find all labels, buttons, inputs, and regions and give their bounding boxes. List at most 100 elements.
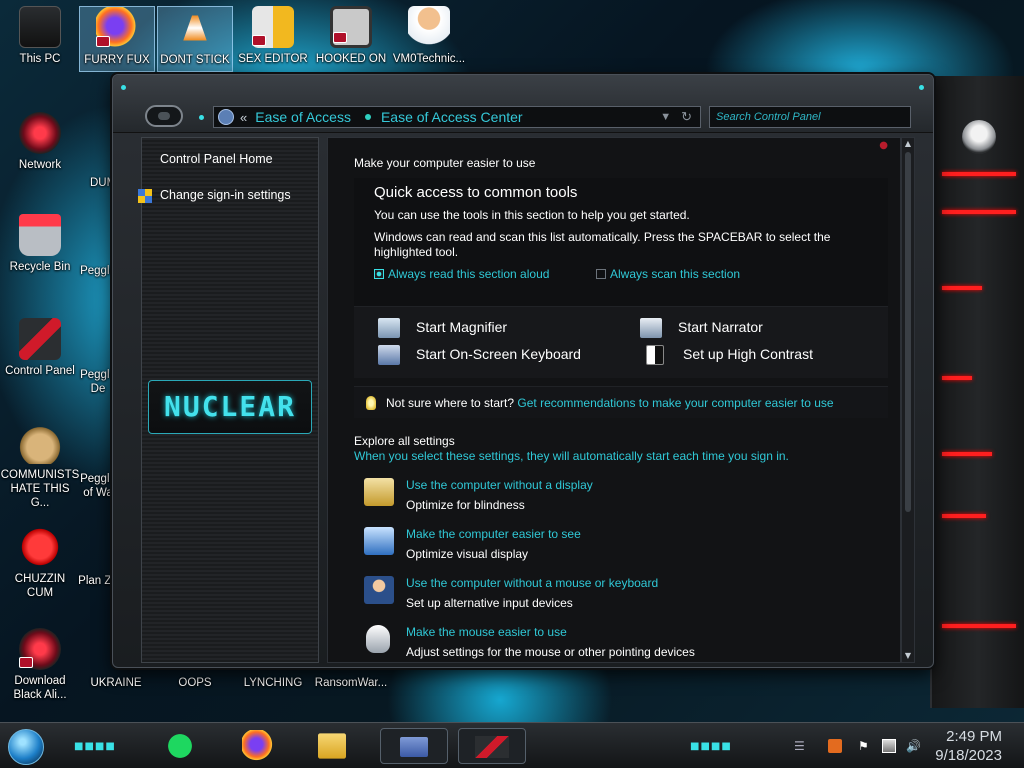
checkbox-label: Always scan this section	[610, 267, 741, 281]
tool-label: Set up High Contrast	[683, 346, 813, 362]
setting-desc: Set up alternative input devices	[406, 596, 573, 610]
sidebar-item-change-sign-in[interactable]: Change sign-in settings	[138, 188, 291, 203]
volume-icon[interactable]: 🔊	[906, 739, 921, 753]
network-tray-icon[interactable]	[882, 739, 896, 753]
taskbar: ■■■■ ■■■■ ☰ ⚑ 🔊 2:49 PM 9/18/2023	[0, 722, 1024, 768]
tray-overflow-icon[interactable]: ☰	[794, 739, 808, 753]
app-icon	[475, 736, 509, 758]
money-bag-icon	[19, 422, 61, 464]
chevron-down-icon[interactable]: ▼	[660, 111, 671, 123]
desktop-icon-control-panel[interactable]: Control Panel	[2, 318, 78, 378]
checkbox-unchecked-icon	[596, 269, 606, 279]
desktop-icon-label: Peggle De	[80, 369, 116, 395]
start-onscreen-keyboard-button[interactable]: Start On-Screen Keyboard	[378, 345, 581, 365]
not-sure-text: Not sure where to start?	[386, 396, 515, 410]
taskbar-red-app[interactable]	[458, 728, 526, 764]
start-magnifier-button[interactable]: Start Magnifier	[378, 318, 507, 338]
back-forward-reactor-icon[interactable]	[145, 105, 183, 127]
help-icon[interactable]: ●	[879, 140, 888, 151]
desktop-icon-label: COMMUNISTS HATE THIS G...	[0, 469, 80, 509]
setting-without-mouse-link[interactable]: Use the computer without a mouse or keyb…	[406, 576, 658, 590]
search-input[interactable]	[709, 106, 911, 128]
quick-access-panel: Quick access to common tools You can use…	[354, 178, 888, 306]
get-recommendations-link[interactable]: Get recommendations to make your compute…	[517, 396, 833, 410]
taskbar-file-explorer[interactable]	[312, 728, 356, 764]
setting-without-display-link[interactable]: Use the computer without a display	[406, 478, 593, 492]
read-aloud-checkbox[interactable]: Always read this section aloud	[374, 267, 549, 281]
shortcut-badge-icon	[19, 657, 33, 668]
desktop-icon-dont-stick[interactable]: DONT STICK	[157, 6, 233, 72]
desktop-icon-sex-editor[interactable]: SEX EDITOR	[235, 6, 311, 66]
desktop-icon-ransomware[interactable]: RansomWar...	[312, 676, 390, 690]
alien-head-icon	[962, 120, 996, 154]
scroll-down-icon[interactable]: ▼	[902, 650, 914, 662]
desktop-icon-communists[interactable]: COMMUNISTS HATE THIS G...	[0, 422, 80, 510]
quick-access-desc: You can use the tools in this section to…	[374, 208, 690, 222]
taskbar-spotify[interactable]	[158, 728, 202, 764]
uac-shield-icon	[138, 189, 152, 203]
desktop-icon-label: SEX EDITOR	[238, 53, 308, 65]
taskbar-firefox[interactable]	[236, 728, 280, 764]
system-gauge-widget	[930, 76, 1024, 708]
alien-red-icon	[19, 628, 61, 670]
desktop-icon-lynching[interactable]: LYNCHING	[235, 676, 311, 690]
frame-light-icon	[919, 85, 924, 90]
high-contrast-button[interactable]: Set up High Contrast	[646, 345, 813, 365]
desktop-icon-vm0technic[interactable]: VM0Technic...	[391, 6, 467, 66]
checkbox-label: Always read this section aloud	[388, 267, 550, 281]
tool-label: Start Narrator	[678, 319, 763, 335]
desktop-icon-download-black[interactable]: Download Black Ali...	[2, 628, 78, 702]
setting-mouse-easier-link[interactable]: Make the mouse easier to use	[406, 625, 567, 639]
breadcrumb-ease-of-access[interactable]: Ease of Access	[255, 109, 351, 125]
control-panel-window-icon	[400, 737, 428, 757]
address-bar[interactable]: « Ease of Access Ease of Access Center ▼…	[213, 106, 701, 128]
firefox-icon	[96, 7, 138, 49]
shortcut-badge-icon	[333, 32, 347, 43]
breadcrumb-ease-of-access-center[interactable]: Ease of Access Center	[381, 109, 523, 125]
desktop-icon-label: VM0Technic...	[392, 53, 466, 65]
desktop-icon-label: OOPS	[178, 677, 212, 689]
tray-app-icon[interactable]	[828, 739, 842, 753]
main-content: Make your computer easier to use Quick a…	[327, 137, 901, 663]
monitor-icon	[364, 527, 394, 555]
desktop-icon-hooked-on[interactable]: HOOKED ON	[313, 6, 389, 66]
sidebar-item-control-panel-home[interactable]: Control Panel Home	[160, 152, 273, 166]
setting-easier-to-see-link[interactable]: Make the computer easier to see	[406, 527, 581, 541]
quick-tools-panel: Start Magnifier Start Narrator Start On-…	[354, 306, 888, 378]
desktop-icon-label: HOOKED ON	[315, 53, 387, 65]
clock-date: 9/18/2023	[935, 747, 1002, 764]
start-narrator-button[interactable]: Start Narrator	[640, 318, 763, 338]
maze-icon	[330, 6, 372, 48]
desktop-icon-furry-fux[interactable]: FURRY FUX	[79, 6, 155, 72]
breadcrumb-separator-icon	[364, 114, 371, 120]
gauge-bar	[942, 452, 992, 456]
gauge-bar	[942, 376, 972, 380]
display-off-icon	[364, 478, 394, 506]
shortcut-badge-icon	[96, 36, 110, 47]
scan-section-checkbox[interactable]: Always scan this section	[596, 267, 740, 281]
desktop-icon-this-pc[interactable]: This PC	[2, 6, 78, 66]
gauge-bar	[942, 172, 1016, 176]
frame-light-icon	[121, 85, 126, 90]
taskbar-control-panel[interactable]	[380, 728, 448, 764]
desktop-icon-chuzzin-cum[interactable]: CHUZZIN CUM	[2, 526, 78, 600]
scroll-up-icon[interactable]: ▲	[902, 138, 914, 150]
keyboard-icon	[378, 345, 400, 365]
desktop-icon-network[interactable]: Network	[2, 112, 78, 172]
desktop-icon-label: Recycle Bin	[9, 261, 71, 273]
desktop-icon-oops[interactable]: OOPS	[157, 676, 233, 690]
scrollbar-thumb[interactable]	[905, 152, 911, 512]
recycle-bin-icon	[19, 214, 61, 256]
desktop-icon-ukraine[interactable]: UKRAINE	[78, 676, 154, 690]
flag-icon[interactable]: ⚑	[858, 739, 872, 753]
explore-desc: When you select these settings, they wil…	[354, 449, 789, 463]
refresh-icon[interactable]: ↻	[681, 109, 692, 125]
start-button[interactable]	[8, 729, 44, 765]
system-clock[interactable]: 2:49 PM 9/18/2023	[935, 727, 1002, 765]
mouse-icon	[366, 625, 390, 653]
breadcrumb-overflow[interactable]: «	[240, 110, 247, 125]
taskbar-decor-icon: ■■■■	[690, 741, 732, 752]
recommendation-bar: Not sure where to start? Get recommendat…	[354, 386, 888, 418]
vertical-scrollbar[interactable]: ▲ ▼	[901, 137, 915, 663]
desktop-icon-recycle-bin[interactable]: Recycle Bin	[2, 214, 78, 274]
